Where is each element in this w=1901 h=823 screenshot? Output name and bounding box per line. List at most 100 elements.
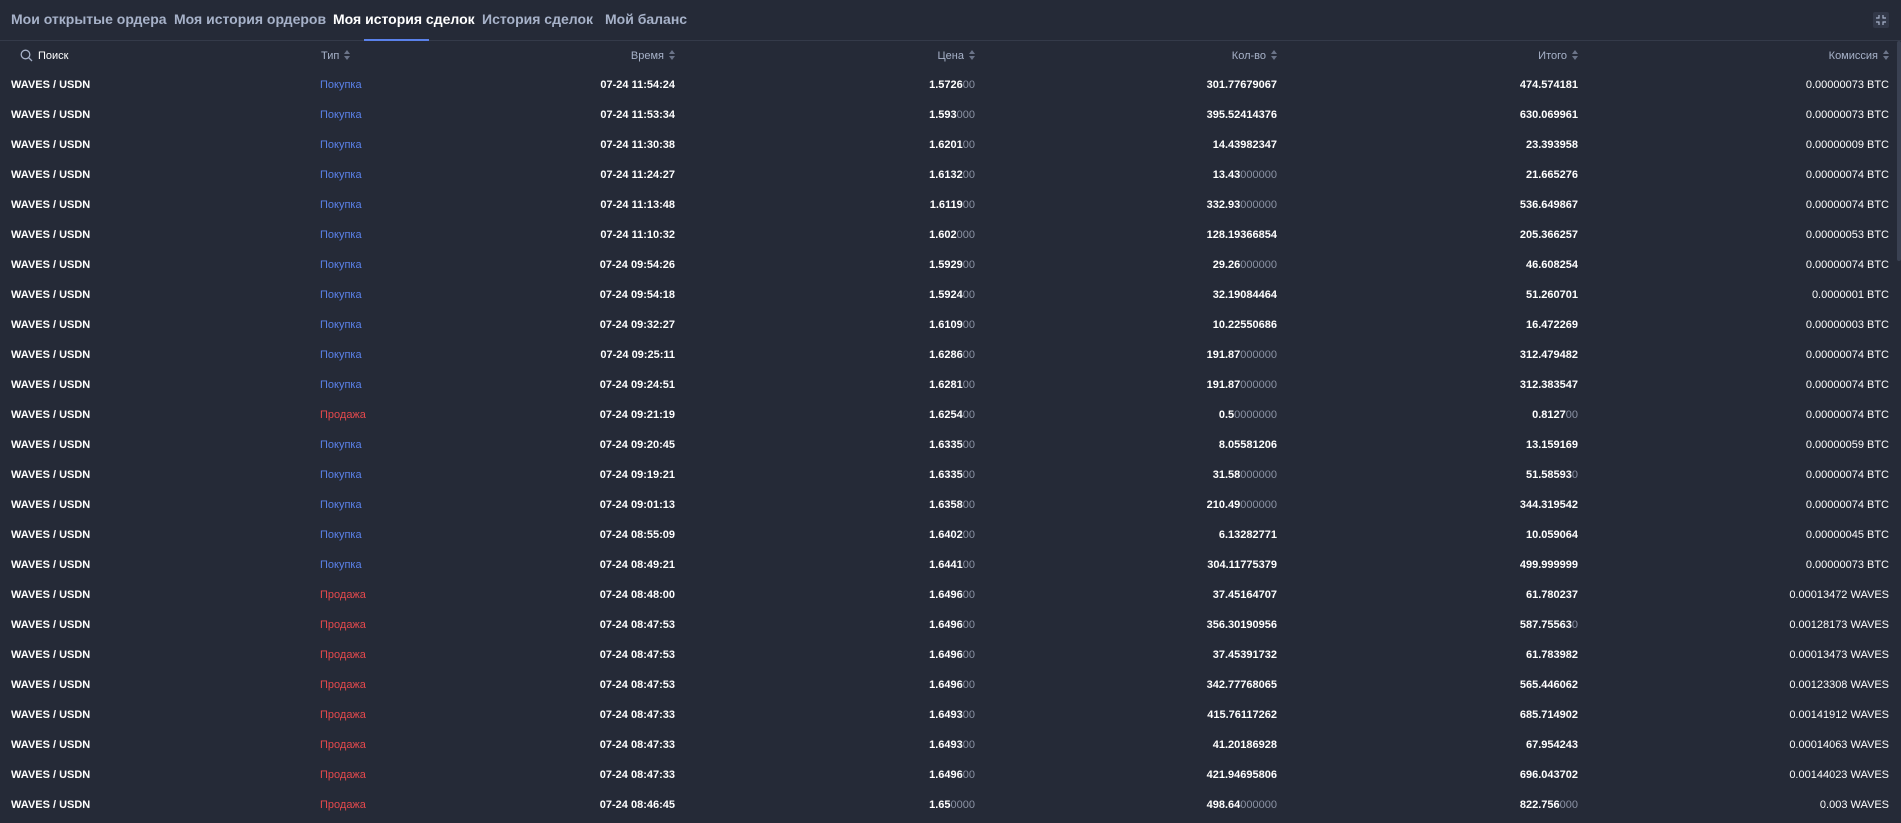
cell-fee-value: 0.00000074 BTC xyxy=(1805,199,1889,211)
table-row[interactable]: WAVES / USDN Покупка 07-24 09:25:11 1.62860… xyxy=(0,340,1901,370)
cell-price-trailing-zeros: 00 xyxy=(962,529,975,541)
cell-total: 16.472269 xyxy=(1526,318,1578,332)
table-row[interactable]: WAVES / USDN Покупка 07-24 08:55:09 1.64020… xyxy=(0,520,1901,550)
cell-total-value: 536.649867 xyxy=(1519,199,1578,211)
cell-type-value: Продажа xyxy=(320,679,366,691)
cell-pair: WAVES / USDN xyxy=(11,138,90,152)
cell-fee: 0.00000074 BTC xyxy=(1806,378,1889,392)
table-row[interactable]: WAVES / USDN Продажа 07-24 08:47:53 1.64960… xyxy=(0,640,1901,670)
table-row[interactable]: WAVES / USDN Покупка 07-24 11:10:32 1.60200… xyxy=(0,220,1901,250)
cell-type-value: Продажа xyxy=(320,649,366,661)
column-header-time[interactable]: Время xyxy=(631,50,675,62)
cell-type-value: Продажа xyxy=(320,409,366,421)
table-row[interactable]: WAVES / USDN Покупка 07-24 11:24:27 1.61320… xyxy=(0,160,1901,190)
cell-qty-value: 301.77679067 xyxy=(1206,79,1277,91)
table-row[interactable]: WAVES / USDN Продажа 07-24 08:46:45 1.65000… xyxy=(0,790,1901,820)
cell-qty: 10.22550686 xyxy=(1213,318,1277,332)
column-header-qty-label: Кол-во xyxy=(1231,50,1266,62)
cell-time-value: 07-24 09:25:11 xyxy=(600,349,675,361)
cell-type-value: Покупка xyxy=(320,259,362,271)
cell-qty: 13.43000000 xyxy=(1213,168,1277,182)
cell-fee-value: 0.0000001 BTC xyxy=(1811,289,1889,301)
cell-price-trailing-zeros: 00 xyxy=(962,409,975,421)
table-row[interactable]: WAVES / USDN Покупка 07-24 08:49:21 1.64410… xyxy=(0,550,1901,580)
cell-qty-value: 29.26 xyxy=(1212,259,1241,271)
cell-price-trailing-zeros: 00 xyxy=(962,349,975,361)
cell-qty-trailing-zeros: 000000 xyxy=(1240,469,1277,481)
cell-total: 21.665276 xyxy=(1526,168,1578,182)
cell-total-value: 587.75563 xyxy=(1519,619,1572,631)
cell-price-trailing-zeros: 00 xyxy=(962,139,975,151)
cell-qty: 8.05581206 xyxy=(1219,438,1277,452)
tab-open-orders[interactable]: Мои открытые ордера xyxy=(11,11,167,27)
column-header-fee[interactable]: Комиссия xyxy=(1829,50,1889,62)
cell-qty-value: 415.76117262 xyxy=(1207,709,1277,721)
table-row[interactable]: WAVES / USDN Покупка 07-24 09:19:21 1.63350… xyxy=(0,460,1901,490)
tab-balance[interactable]: Мой баланс xyxy=(605,11,687,27)
cell-total: 587.755630 xyxy=(1520,618,1578,632)
cell-fee: 0.00144023 WAVES xyxy=(1789,768,1889,782)
scrollbar[interactable] xyxy=(1897,41,1901,261)
table-row[interactable]: WAVES / USDN Покупка 07-24 09:54:18 1.59240… xyxy=(0,280,1901,310)
table-row[interactable]: WAVES / USDN Покупка 07-24 11:30:38 1.62010… xyxy=(0,130,1901,160)
cell-fee: 0.00000074 BTC xyxy=(1806,198,1889,212)
table-row[interactable]: WAVES / USDN Продажа 07-24 08:47:33 1.64930… xyxy=(0,700,1901,730)
cell-type: Покупка xyxy=(320,138,362,152)
tab-order-history[interactable]: Моя история ордеров xyxy=(174,11,326,27)
cell-total-value: 312.479482 xyxy=(1519,349,1578,361)
column-header-total[interactable]: Итого xyxy=(1538,50,1578,62)
cell-price-value: 1.6335 xyxy=(929,439,963,451)
search-input[interactable] xyxy=(38,47,258,65)
cell-fee: 0.00000073 BTC xyxy=(1806,108,1889,122)
column-header-qty[interactable]: Кол-во xyxy=(1232,50,1277,62)
cell-total-value: 46.608254 xyxy=(1526,259,1578,271)
cell-qty-value: 10.22550686 xyxy=(1212,319,1277,331)
cell-type-value: Продажа xyxy=(320,589,366,601)
cell-total-value: 61.783982 xyxy=(1526,649,1578,661)
table-row[interactable]: WAVES / USDN Покупка 07-24 09:01:13 1.63580… xyxy=(0,490,1901,520)
table-row[interactable]: WAVES / USDN Покупка 07-24 11:13:48 1.61190… xyxy=(0,190,1901,220)
cell-pair-value: WAVES / USDN xyxy=(11,799,91,811)
cell-type: Покупка xyxy=(320,258,362,272)
cell-fee-value: 0.00000073 BTC xyxy=(1805,79,1889,91)
table-row[interactable]: WAVES / USDN Продажа 07-24 08:47:53 1.64960… xyxy=(0,670,1901,700)
table-row[interactable]: WAVES / USDN Продажа 07-24 08:47:53 1.64960… xyxy=(0,610,1901,640)
cell-pair-value: WAVES / USDN xyxy=(11,139,91,151)
column-header-type[interactable]: Тип xyxy=(321,50,351,62)
table-row[interactable]: WAVES / USDN Продажа 07-24 09:21:19 1.62540… xyxy=(0,400,1901,430)
table-row[interactable]: WAVES / USDN Покупка 07-24 11:53:34 1.59300… xyxy=(0,100,1901,130)
column-header-price[interactable]: Цена xyxy=(938,50,975,62)
cell-pair: WAVES / USDN xyxy=(11,588,90,602)
cell-time: 07-24 11:30:38 xyxy=(600,138,675,152)
cell-type: Покупка xyxy=(320,498,362,512)
cell-pair-value: WAVES / USDN xyxy=(11,199,91,211)
table-row[interactable]: WAVES / USDN Продажа 07-24 08:48:00 1.64960… xyxy=(0,580,1901,610)
cell-qty-trailing-zeros: 000000 xyxy=(1240,499,1277,511)
table-row[interactable]: WAVES / USDN Покупка 07-24 09:20:45 1.63350… xyxy=(0,430,1901,460)
table-row[interactable]: WAVES / USDN Продажа 07-24 08:47:33 1.64960… xyxy=(0,760,1901,790)
fullscreen-button[interactable] xyxy=(1873,12,1889,28)
cell-time-value: 07-24 08:47:33 xyxy=(599,739,675,751)
tab-trade-history[interactable]: История сделок xyxy=(482,11,593,27)
cell-price: 1.640200 xyxy=(929,528,975,542)
cell-pair: WAVES / USDN xyxy=(11,288,90,302)
cell-fee-value: 0.00000074 BTC xyxy=(1805,169,1889,181)
cell-pair-value: WAVES / USDN xyxy=(11,679,91,691)
cell-pair: WAVES / USDN xyxy=(11,228,90,242)
cell-fee-value: 0.00144023 WAVES xyxy=(1789,769,1889,781)
cell-total-value: 61.780237 xyxy=(1526,589,1578,601)
cell-type-value: Покупка xyxy=(320,559,362,571)
table-row[interactable]: WAVES / USDN Покупка 07-24 09:24:51 1.62810… xyxy=(0,370,1901,400)
cell-fee-value: 0.00014063 WAVES xyxy=(1789,739,1889,751)
cell-pair: WAVES / USDN xyxy=(11,318,90,332)
table-row[interactable]: WAVES / USDN Продажа 07-24 08:47:33 1.64930… xyxy=(0,730,1901,760)
cell-type-value: Покупка xyxy=(320,439,362,451)
table-row[interactable]: WAVES / USDN Покупка 07-24 11:54:24 1.57260… xyxy=(0,70,1901,100)
column-header-total-label: Итого xyxy=(1538,50,1567,62)
cell-fee: 0.00000074 BTC xyxy=(1806,348,1889,362)
table-row[interactable]: WAVES / USDN Покупка 07-24 09:54:26 1.59290… xyxy=(0,250,1901,280)
cell-price: 1.592400 xyxy=(929,288,975,302)
cell-price: 1.633500 xyxy=(929,468,975,482)
table-row[interactable]: WAVES / USDN Покупка 07-24 09:32:27 1.61090… xyxy=(0,310,1901,340)
tab-trade-history-mine[interactable]: Моя история сделок xyxy=(333,11,475,27)
